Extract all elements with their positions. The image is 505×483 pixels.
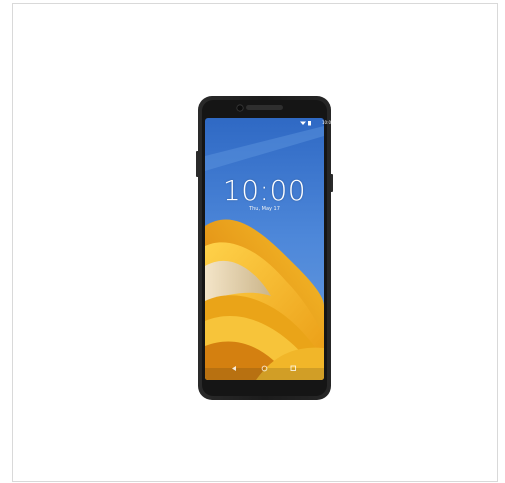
phone-illustration (196, 96, 333, 400)
product-image-frame: 10:00 10:00 Thu, May 17 (12, 3, 498, 482)
lockscreen-date: Thu, May 17 (249, 206, 280, 212)
front-camera-icon (236, 104, 244, 112)
earpiece (246, 105, 283, 110)
status-bar-time: 10:00 (322, 120, 334, 125)
phone-image: 10:00 10:00 Thu, May 17 (196, 96, 334, 400)
phone-screen (205, 118, 324, 380)
battery-icon (308, 121, 311, 126)
lockscreen-clock: 10:00 (222, 174, 307, 207)
